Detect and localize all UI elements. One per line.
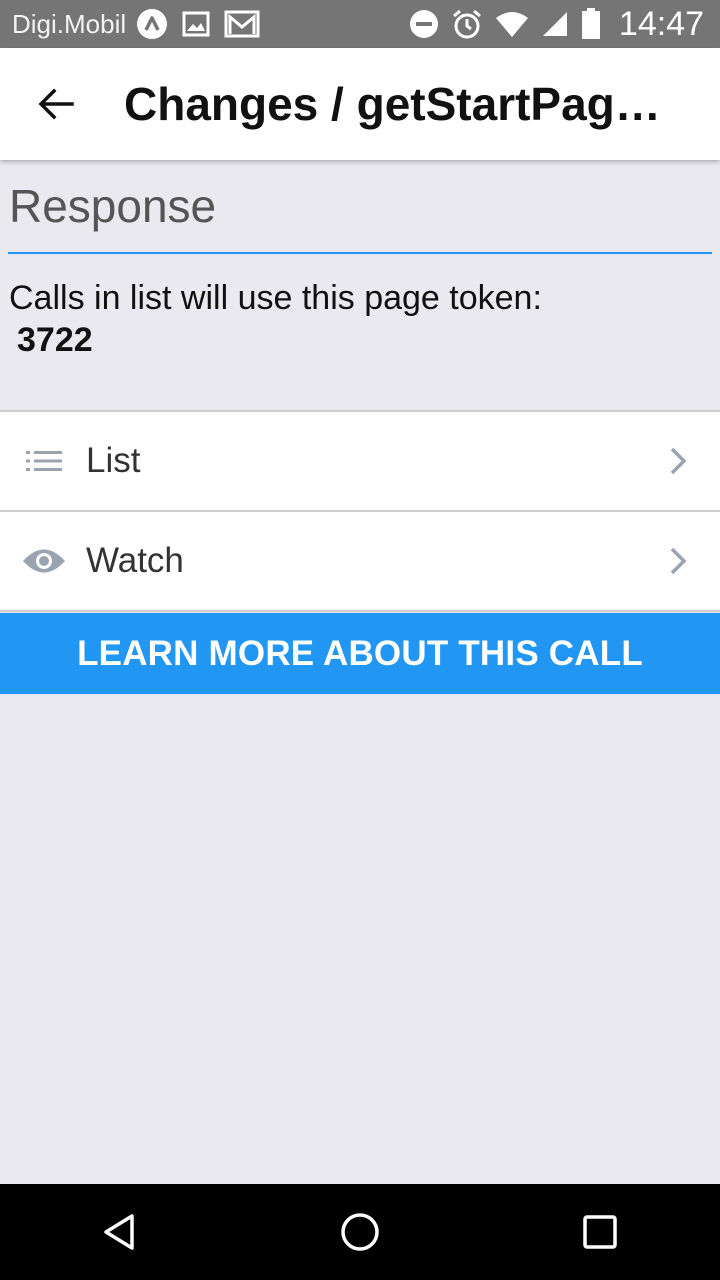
page-title: Changes / getStartPageToken [124,78,684,130]
nav-back-button[interactable] [72,1184,168,1280]
wifi-icon [495,10,529,38]
recents-square-icon [583,1215,617,1249]
token-label: Calls in list will use this page token: [9,279,542,317]
notification-a-icon [136,8,168,40]
token-value: 3722 [17,321,93,359]
image-icon [182,11,210,37]
carrier-name: Digi.Mobil [12,8,127,39]
home-circle-icon [341,1213,379,1251]
back-button[interactable] [20,68,92,140]
list-item-watch[interactable]: Watch [0,512,720,612]
back-triangle-icon [104,1214,134,1250]
eye-icon [23,549,65,573]
nav-home-button[interactable] [312,1184,408,1280]
nav-recents-button[interactable] [552,1184,648,1280]
list-item-label: List [86,441,141,480]
signal-icon [541,10,569,38]
response-section: Response Calls in list will use this pag… [0,160,720,362]
list-item-list[interactable]: List [0,412,720,512]
system-nav-bar [0,1184,720,1280]
learn-more-button[interactable]: LEARN MORE ABOUT THIS CALL [0,613,720,694]
watch-item-label: Watch [86,541,184,580]
response-heading: Response [9,180,217,232]
app-bar: Changes / getStartPageToken [0,48,720,160]
gmail-icon [224,10,260,38]
status-bar: Digi.Mobil 14:47 [0,0,720,48]
chevron-right-icon [670,547,687,575]
actions-list: List Watch [0,410,720,612]
arrow-left-icon [38,88,74,120]
battery-icon [581,8,601,40]
alarm-icon [451,8,483,40]
clock: 14:47 [618,4,704,43]
heading-divider [8,252,712,254]
list-icon [26,451,62,471]
dnd-icon [409,9,439,39]
chevron-right-icon [670,447,687,475]
